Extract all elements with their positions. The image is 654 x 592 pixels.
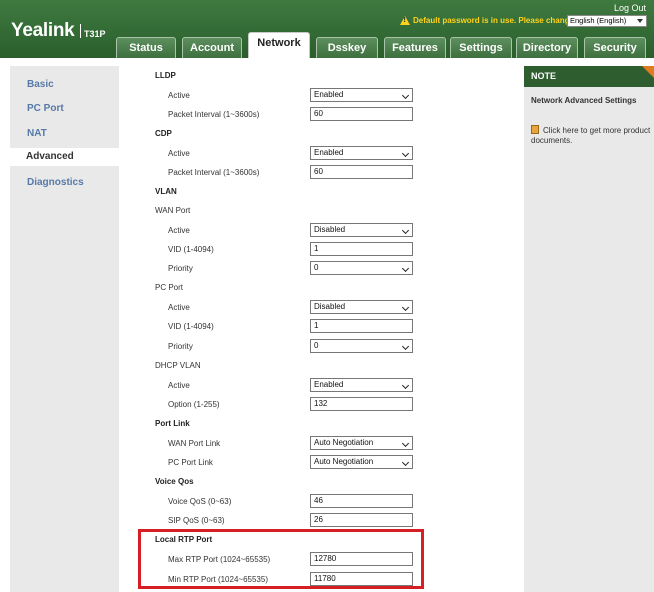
sidebar-item-basic[interactable]: Basic <box>27 79 54 90</box>
cdp-interval-label: Packet Interval (1~3600s) <box>168 168 260 177</box>
dhcp-active-label: Active <box>168 381 190 390</box>
wan-priority-label: Priority <box>168 264 193 273</box>
cdp-active-label: Active <box>168 149 190 158</box>
sidebar-item-advanced[interactable]: Advanced <box>10 148 130 166</box>
sidebar-item-pc-port[interactable]: PC Port <box>27 103 64 114</box>
note-heading: NOTE <box>524 66 654 87</box>
document-icon <box>531 125 539 134</box>
tab-directory[interactable]: Directory <box>516 37 578 58</box>
logo-separator <box>80 24 81 38</box>
wan-port-link-select[interactable]: Auto Negotiation <box>310 436 413 450</box>
dhcp-vlan-heading: DHCP VLAN <box>155 361 201 370</box>
note-title: Network Advanced Settings <box>531 96 637 105</box>
pc-port-heading: PC Port <box>155 283 184 292</box>
brand-logo: Yealink <box>11 20 75 41</box>
lldp-active-label: Active <box>168 91 190 100</box>
note-doc-link[interactable]: Click here to get more product documents… <box>531 125 651 146</box>
wan-vid-input[interactable]: 1 <box>310 242 413 256</box>
warning-icon <box>400 16 410 25</box>
language-select[interactable]: English (English) <box>567 15 647 27</box>
section-cdp: CDP <box>155 129 172 138</box>
lldp-active-select[interactable]: Enabled <box>310 88 413 102</box>
sidebar-item-diagnostics[interactable]: Diagnostics <box>27 177 84 188</box>
lldp-interval-input[interactable]: 60 <box>310 107 413 121</box>
section-vlan: VLAN <box>155 187 177 196</box>
wan-active-label: Active <box>168 226 190 235</box>
voice-qos-label: Voice QoS (0~63) <box>168 497 232 506</box>
advanced-settings-form: LLDP Active Enabled Packet Interval (1~3… <box>137 66 520 592</box>
dhcp-option-input[interactable]: 132 <box>310 397 413 411</box>
tab-network[interactable]: Network <box>248 32 310 58</box>
password-warning: Default password is in use. Please chang… <box>400 16 577 25</box>
tab-features[interactable]: Features <box>384 37 446 58</box>
note-body-text: Click here to get more product documents… <box>531 126 651 145</box>
pc-vid-label: VID (1-4094) <box>168 322 214 331</box>
cdp-interval-input[interactable]: 60 <box>310 165 413 179</box>
dhcp-option-label: Option (1-255) <box>168 400 220 409</box>
pc-port-link-label: PC Port Link <box>168 458 213 467</box>
sip-qos-input[interactable]: 26 <box>310 513 413 527</box>
voice-qos-input[interactable]: 46 <box>310 494 413 508</box>
pc-priority-select[interactable]: 0 <box>310 339 413 353</box>
cdp-active-select[interactable]: Enabled <box>310 146 413 160</box>
sip-qos-label: SIP QoS (0~63) <box>168 516 225 525</box>
tab-dsskey[interactable]: Dsskey <box>316 37 378 58</box>
pc-active-label: Active <box>168 303 190 312</box>
pc-vid-input[interactable]: 1 <box>310 319 413 333</box>
rtp-highlight-box <box>138 529 424 589</box>
tab-status[interactable]: Status <box>116 37 176 58</box>
wan-active-select[interactable]: Disabled <box>310 223 413 237</box>
pc-priority-label: Priority <box>168 342 193 351</box>
header: Yealink T31P Log Out Default password is… <box>0 0 654 58</box>
section-port-link: Port Link <box>155 419 190 428</box>
sidebar: Basic PC Port NAT Advanced Diagnostics <box>10 66 130 592</box>
wan-port-heading: WAN Port <box>155 206 191 215</box>
tab-security[interactable]: Security <box>584 37 646 58</box>
pc-active-select[interactable]: Disabled <box>310 300 413 314</box>
note-panel: NOTE Network Advanced Settings Click her… <box>524 66 654 592</box>
dhcp-active-select[interactable]: Enabled <box>310 378 413 392</box>
wan-port-link-label: WAN Port Link <box>168 439 221 448</box>
section-voice-qos: Voice Qos <box>155 477 194 486</box>
warning-text: Default password is in use. Please chang… <box>413 16 577 25</box>
note-corner-accent <box>642 66 654 78</box>
tab-settings[interactable]: Settings <box>450 37 512 58</box>
pc-port-link-select[interactable]: Auto Negotiation <box>310 455 413 469</box>
model-name: T31P <box>84 29 106 39</box>
wan-vid-label: VID (1-4094) <box>168 245 214 254</box>
wan-priority-select[interactable]: 0 <box>310 261 413 275</box>
lldp-interval-label: Packet Interval (1~3600s) <box>168 110 260 119</box>
sidebar-item-nat[interactable]: NAT <box>27 128 47 139</box>
logout-link[interactable]: Log Out <box>614 3 646 13</box>
section-lldp: LLDP <box>155 71 176 80</box>
tab-account[interactable]: Account <box>182 37 242 58</box>
